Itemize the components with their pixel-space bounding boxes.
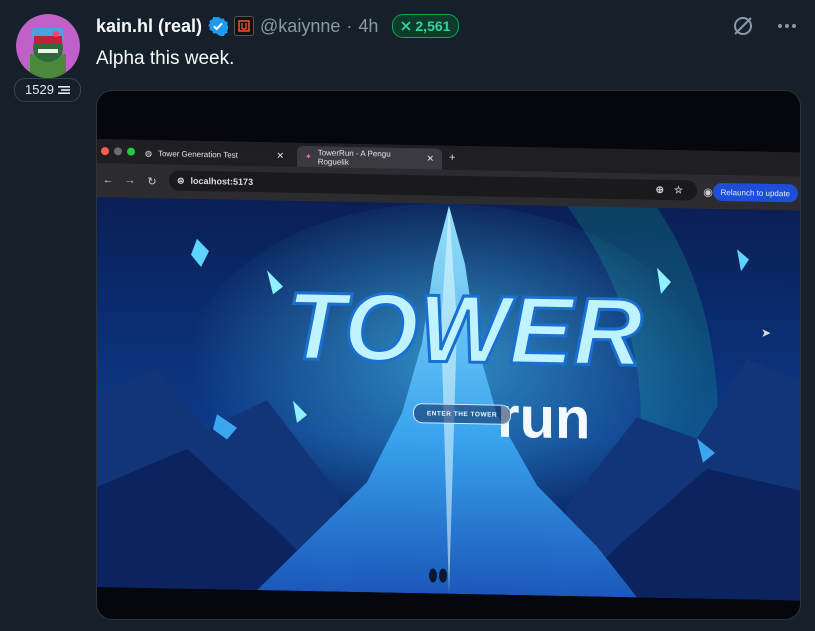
more-icon[interactable]: [775, 14, 799, 38]
window-controls: [101, 147, 135, 156]
site-icon: ✦: [305, 151, 312, 162]
url-text: localhost:5173: [190, 175, 254, 187]
tweet-media[interactable]: ◍ Tower Generation Test ✕ ✦ TowerRun - A…: [96, 90, 801, 620]
verified-icon: [208, 16, 229, 36]
display-name[interactable]: kain.hl (real): [96, 16, 202, 37]
enter-tower-label: ENTER THE TOWER: [426, 409, 498, 419]
forward-icon[interactable]: →: [119, 174, 141, 187]
tweet-header: kain.hl (real) @kaiynne · 4h 2,561: [96, 12, 799, 40]
relaunch-label: Relaunch to update: [720, 187, 790, 198]
enter-tower-button[interactable]: ENTER THE TOWER: [413, 403, 511, 425]
game-logo-word1: TOWER: [287, 273, 643, 387]
globe-icon: ◍: [145, 148, 152, 159]
relaunch-button[interactable]: Relaunch to update: [712, 182, 798, 203]
avatar[interactable]: [16, 14, 80, 78]
minimize-window-button[interactable]: [114, 147, 122, 156]
close-window-button[interactable]: [101, 147, 109, 156]
tab-tower-generation[interactable]: ◍ Tower Generation Test ✕: [137, 142, 292, 167]
handle[interactable]: @kaiynne: [260, 16, 340, 37]
monitor-photo: ◍ Tower Generation Test ✕ ✦ TowerRun - A…: [97, 139, 800, 601]
score-value: 1529: [25, 82, 54, 97]
star-icon[interactable]: ☆: [674, 185, 683, 196]
address-bar[interactable]: ⊜ localhost:5173 ⊕ ☆: [169, 170, 697, 201]
reload-icon[interactable]: ↻: [141, 174, 163, 187]
site-info-icon[interactable]: ⊜: [177, 175, 185, 186]
tab-title: Tower Generation Test: [157, 149, 238, 160]
tweet-text: Alpha this week.: [96, 48, 235, 69]
tab-title: TowerRun - A Pengu Roguelik: [317, 147, 391, 167]
close-tab-icon[interactable]: ✕: [426, 153, 434, 164]
affiliate-icon[interactable]: [234, 16, 255, 36]
address-bar-tools: ⊕ ☆: [656, 180, 683, 201]
close-tab-icon[interactable]: ✕: [276, 150, 284, 161]
back-icon[interactable]: ←: [97, 174, 119, 186]
close-icon: [401, 21, 412, 31]
grok-icon[interactable]: [731, 14, 755, 38]
zoom-icon[interactable]: ⊕: [656, 184, 664, 195]
header-actions: [731, 14, 799, 38]
tab-towerrun[interactable]: ✦ TowerRun - A Pengu Roguelik ✕: [297, 145, 442, 170]
mouse-cursor-icon: ➤: [761, 325, 772, 340]
game-title-screen: TOWER run: [97, 197, 800, 601]
list-icon: [57, 86, 70, 94]
separator-dot: ·: [346, 15, 353, 36]
stat-pill[interactable]: 2,561: [392, 14, 460, 38]
timestamp[interactable]: 4h: [358, 16, 378, 37]
game-logo-word2: run: [497, 385, 590, 452]
maximize-window-button[interactable]: [127, 147, 135, 156]
score-badge: 1529: [14, 78, 81, 102]
plus-icon[interactable]: +: [449, 152, 455, 164]
stat-pill-value: 2,561: [415, 18, 451, 34]
